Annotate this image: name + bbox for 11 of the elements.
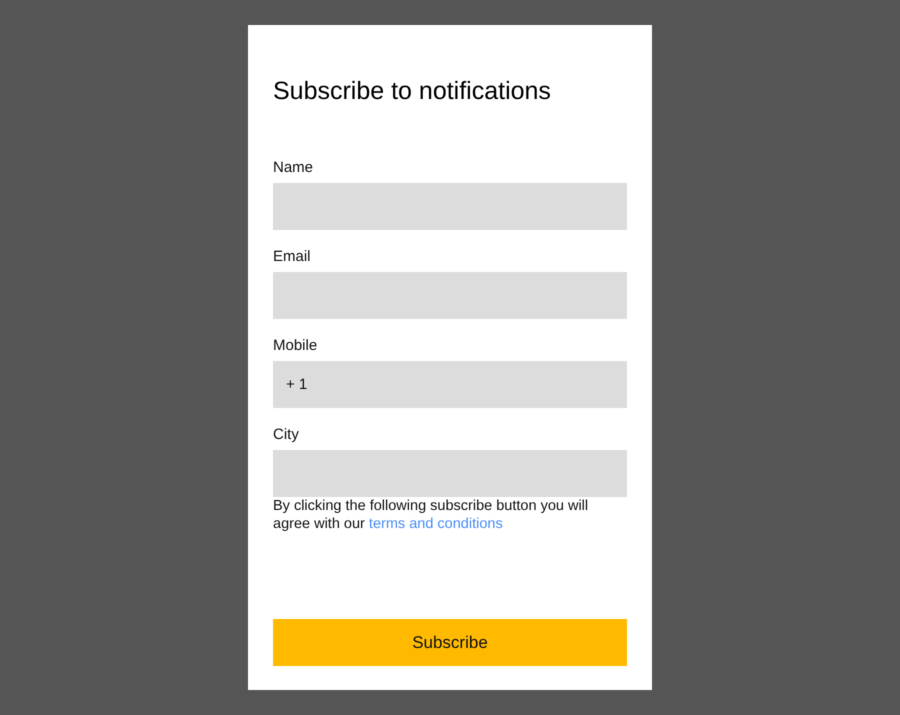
field-label: Name (273, 159, 314, 176)
subscribe-button[interactable]: Subscribe (273, 619, 627, 666)
input-field[interactable] (273, 183, 627, 230)
input-field[interactable] (273, 272, 627, 319)
field-label: Email (273, 248, 312, 265)
field-label: City (273, 426, 300, 443)
form-title: Subscribe to notifications (273, 77, 552, 105)
input-field[interactable]: + 1 (273, 361, 627, 408)
field-label: Mobile (273, 337, 318, 354)
input-field[interactable] (273, 450, 627, 497)
terms-notice: By clicking the following subscribe button you will agree with our terms and conditions (273, 497, 590, 534)
